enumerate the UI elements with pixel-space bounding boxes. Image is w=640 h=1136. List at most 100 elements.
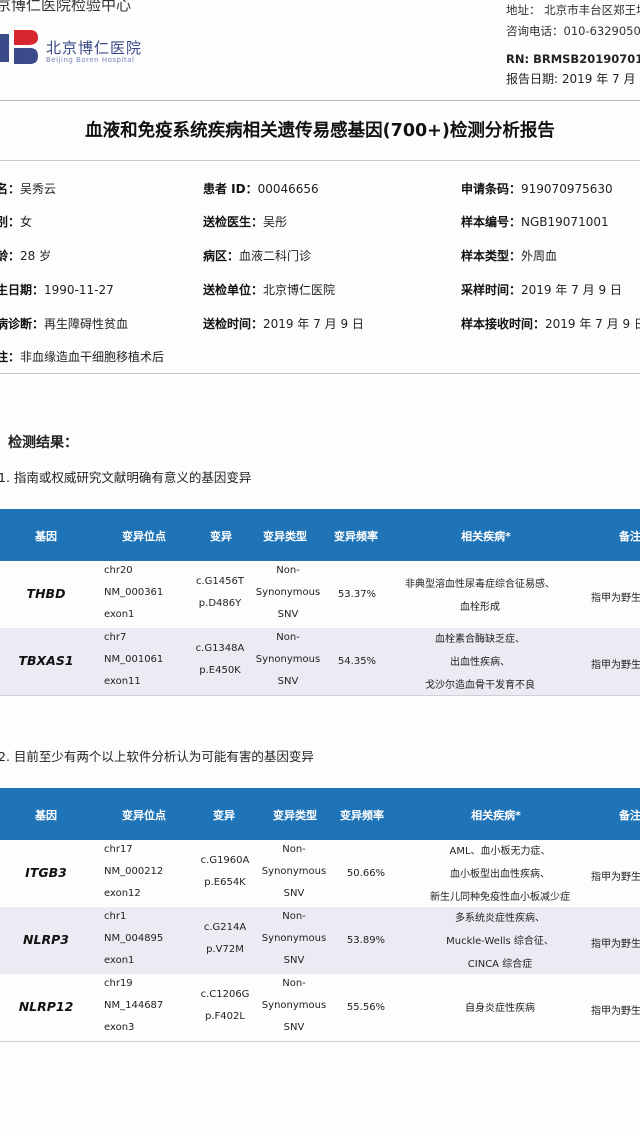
variant-type: Non-: [282, 977, 306, 989]
variant: c.G1456T: [196, 575, 244, 587]
patient-id: 患者 ID：00046656: [203, 182, 319, 196]
variant-site: exon11: [104, 675, 141, 687]
variant-type: SNV: [283, 1021, 305, 1033]
col-gene: 基因: [35, 809, 57, 822]
gene-name: TBXAS1: [18, 652, 74, 668]
gene-name: THBD: [26, 585, 66, 601]
report-date: 报告日期: 2019 年 7 月: [506, 72, 636, 86]
col-disease: 相关疾病*: [471, 809, 521, 822]
gene-name: ITGB3: [25, 864, 67, 880]
ward: 病区：血液二科门诊: [203, 249, 312, 263]
variant-site: NM_144687: [104, 999, 164, 1011]
receive-time: 样本接收时间：2019 年 7 月 9 日: [461, 317, 640, 331]
variant-frequency: 54.35%: [337, 655, 377, 667]
related-disease: AML、血小板无力症、: [449, 846, 551, 857]
note: 指甲为野生: [591, 659, 640, 671]
submit-time: 送检时间：2019 年 7 月 9 日: [203, 317, 364, 331]
divider: [0, 160, 640, 161]
related-disease: Muckle-Wells 综合征、: [446, 936, 554, 947]
table-row: NLRP12 chr19 NM_144687 exon3 c.C1206G p.F402L…: [0, 974, 640, 1041]
related-disease: 多系统炎症性疾病、: [455, 913, 545, 924]
submit-unit: 送检单位：北京博仁医院: [203, 283, 336, 297]
col-type: 变异类型: [273, 809, 317, 822]
variant-type: Non-: [276, 564, 300, 576]
col-freq: 变异频率: [340, 809, 384, 822]
col-note: 备注: [619, 809, 640, 822]
note: 指甲为野生: [591, 871, 640, 883]
table-bottom-line: [0, 1041, 640, 1042]
hospital-lab-header: 京博仁医院检验中心: [0, 0, 132, 14]
hospital-logo-icon: [0, 30, 38, 64]
doctor: 送检医生：吴彤: [203, 215, 288, 229]
related-disease: 自身炎症性疾病: [465, 1003, 535, 1014]
variant-type: Synonymous: [255, 586, 321, 598]
patient-name: 名：吴秀云: [0, 182, 57, 196]
sample-type: 样本类型：外周血: [461, 249, 558, 263]
variant-site: NM_000212: [104, 865, 164, 877]
related-disease: 血小板型出血性疾病、: [450, 869, 550, 880]
variant-site: NM_001061: [104, 653, 164, 665]
variant-type: SNV: [283, 954, 305, 966]
address: 地址： 北京市丰台区郑王坟: [506, 3, 640, 17]
variant: c.G214A: [203, 921, 247, 933]
patient-sex: 别：女: [0, 215, 33, 229]
variant-type: Synonymous: [255, 653, 321, 665]
subsection-2-title: 2. 目前至少有两个以上软件分析认为可能有害的基因变异: [0, 749, 314, 764]
variant-site: NM_004895: [104, 932, 164, 944]
divider: [0, 100, 640, 101]
sample-number: 样本编号：NGB19071001: [461, 215, 609, 229]
section-title: 检测结果：: [8, 435, 78, 451]
patient-diagnosis: 病诊断：再生障碍性贫血: [0, 317, 129, 331]
col-type: 变异类型: [263, 530, 307, 543]
variant-site: chr20: [104, 564, 133, 576]
col-disease: 相关疾病*: [461, 530, 511, 543]
variant: p.E654K: [204, 876, 246, 888]
collect-time: 采样时间：2019 年 7 月 9 日: [461, 283, 622, 297]
table2-header: 基因 变异位点 变异 变异类型 变异频率 相关疾病* 备注: [0, 788, 640, 840]
variant-site: chr7: [104, 631, 127, 643]
variant: p.E450K: [199, 664, 241, 676]
variant: p.V72M: [206, 943, 244, 955]
variant: p.D486Y: [198, 597, 242, 609]
variant-type: Synonymous: [261, 932, 327, 944]
patient-birth: 生日期：1990-11-27: [0, 283, 114, 297]
variant-type: SNV: [283, 887, 305, 899]
variant-frequency: 55.56%: [346, 1001, 386, 1013]
table-row: NLRP3 chr1 NM_004895 exon1 c.G214A p.V72M Non-…: [0, 907, 640, 974]
report-title: 血液和免疫系统疾病相关遗传易感基因(700+)检测分析报告: [85, 121, 555, 141]
variant-site: chr1: [104, 910, 127, 922]
col-gene: 基因: [35, 530, 57, 543]
gene-name: NLRP12: [18, 998, 74, 1014]
variant-frequency: 50.66%: [346, 867, 386, 879]
application-code: 申请条码：919070975630: [461, 182, 613, 196]
table-row: THBD chr20 NM_000361 exon1 c.G1456T p.D486Y No…: [0, 561, 640, 628]
variant: c.C1206G: [200, 988, 250, 1000]
table-row: TBXAS1 chr7 NM_001061 exon11 c.G1348A p.E450K…: [0, 628, 640, 695]
variant-type: Synonymous: [261, 865, 327, 877]
variant-site: exon1: [104, 608, 135, 620]
variant: c.G1348A: [195, 642, 245, 654]
col-site: 变异位点: [122, 530, 166, 543]
table1-header: 基因 变异位点 变异 变异类型 变异频率 相关疾病* 备注: [0, 509, 640, 561]
related-disease: 血栓素合酶缺乏症、: [435, 634, 525, 645]
note: 指甲为野生: [591, 1005, 640, 1017]
gene-name: NLRP3: [23, 931, 69, 947]
related-disease: 血栓形成: [460, 601, 500, 613]
note: 指甲为野生: [591, 938, 640, 950]
variant-site: exon1: [104, 954, 135, 966]
table-bottom-line: [0, 695, 640, 696]
variant-site: NM_000361: [104, 586, 164, 598]
variant-type: Non-: [276, 631, 300, 643]
logo-text-en: Beijing Boren Hospital: [46, 56, 135, 64]
variant-type: Non-: [282, 910, 306, 922]
variant-type: Non-: [282, 843, 306, 855]
note: 指甲为野生: [591, 592, 640, 604]
variant-site: exon12: [104, 887, 141, 899]
table-row: ITGB3 chr17 NM_000212 exon12 c.G1960A p.E654K…: [0, 840, 640, 907]
related-disease: CINCA 综合症: [467, 959, 533, 970]
related-disease: 出血性疾病、: [450, 657, 510, 668]
variant-type: SNV: [277, 608, 299, 620]
col-site: 变异位点: [122, 809, 166, 822]
variant-frequency: 53.37%: [337, 588, 377, 600]
col-freq: 变异频率: [334, 530, 378, 543]
